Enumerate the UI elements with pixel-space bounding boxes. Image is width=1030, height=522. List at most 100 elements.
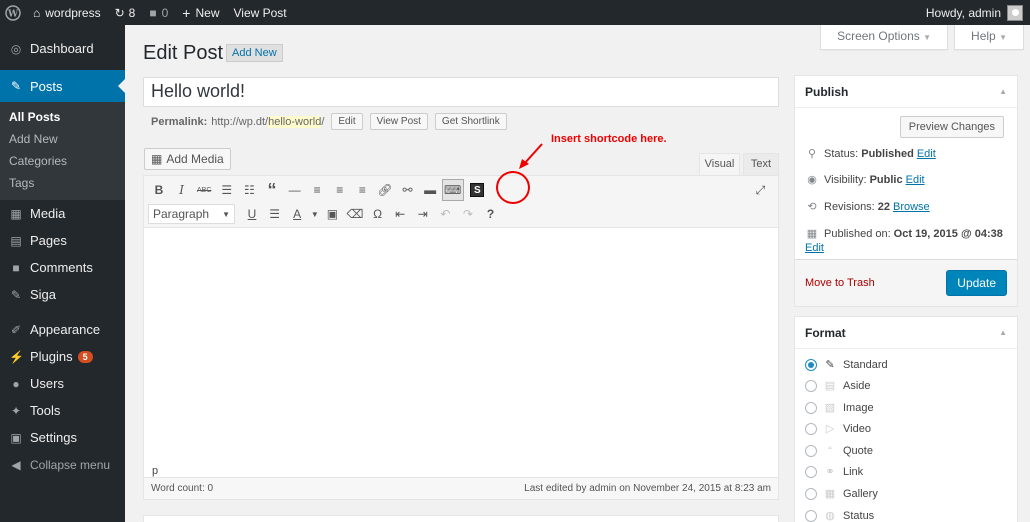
- publish-box-title: Publish: [805, 84, 849, 99]
- sidebar-item-siga[interactable]: ✎ Siga: [0, 281, 125, 308]
- numbered-list-icon[interactable]: ☷: [238, 179, 260, 201]
- horizontal-line-icon[interactable]: —: [284, 179, 306, 201]
- toolbar-toggle-icon[interactable]: ⌨: [441, 179, 464, 201]
- special-character-icon[interactable]: Ω: [367, 203, 389, 225]
- align-left-icon[interactable]: ≡: [306, 179, 328, 201]
- link-icon: ⚭: [825, 466, 835, 478]
- update-button[interactable]: Update: [946, 270, 1007, 296]
- blockquote-icon[interactable]: “: [261, 179, 283, 201]
- sidebar-item-plugins[interactable]: ⚡ Plugins 5: [0, 343, 125, 370]
- align-center-icon[interactable]: ≡: [329, 179, 351, 201]
- pages-icon: ▤: [10, 233, 22, 248]
- format-option-quote[interactable]: “ Quote: [805, 444, 873, 458]
- radio-button[interactable]: [805, 402, 817, 414]
- browse-revisions-link[interactable]: Browse: [893, 201, 930, 213]
- shortcode-button[interactable]: S: [466, 179, 488, 201]
- remove-link-icon[interactable]: ⚯: [397, 179, 419, 201]
- screen-options-button[interactable]: Screen Options ▼: [820, 25, 949, 50]
- edit-status-link[interactable]: Edit: [917, 148, 936, 160]
- home-icon: ⌂: [33, 5, 41, 20]
- underline-icon[interactable]: U: [241, 203, 263, 225]
- indent-icon[interactable]: ⇥: [412, 203, 434, 225]
- sidebar-item-tools[interactable]: ✦ Tools: [0, 397, 125, 424]
- submenu-item-categories[interactable]: Categories: [0, 150, 125, 172]
- updates-link[interactable]: ↻ 8: [108, 0, 143, 25]
- add-new-button[interactable]: Add New: [226, 44, 283, 62]
- format-option-aside[interactable]: ▤ Aside: [805, 379, 871, 393]
- format-option-image[interactable]: ▧ Image: [805, 401, 874, 415]
- format-option-label: Gallery: [843, 488, 878, 500]
- redo-icon[interactable]: ↷: [457, 203, 479, 225]
- fullscreen-icon[interactable]: ⤢: [749, 179, 771, 201]
- edit-permalink-button[interactable]: Edit: [331, 113, 363, 130]
- tab-visual[interactable]: Visual: [699, 153, 740, 175]
- format-select[interactable]: Paragraph ▼: [148, 204, 235, 224]
- text-color-icon[interactable]: A: [286, 203, 308, 225]
- help-button[interactable]: Help ▼: [954, 25, 1024, 50]
- clear-formatting-icon[interactable]: ⌫: [344, 203, 366, 225]
- chevron-down-icon[interactable]: ▼: [309, 203, 321, 225]
- format-option-link[interactable]: ⚭ Link: [805, 465, 863, 479]
- radio-button[interactable]: [805, 445, 817, 457]
- edit-visibility-link[interactable]: Edit: [906, 174, 925, 186]
- radio-button[interactable]: [805, 359, 817, 371]
- view-post-button[interactable]: View Post: [369, 113, 428, 130]
- radio-button[interactable]: [805, 423, 817, 435]
- add-media-button[interactable]: ▦ Add Media: [144, 148, 231, 170]
- bullet-list-icon[interactable]: ☰: [216, 179, 238, 201]
- sidebar-item-comments[interactable]: ■ Comments: [0, 254, 125, 281]
- submenu-item-tags[interactable]: Tags: [0, 172, 125, 194]
- sidebar-item-settings[interactable]: ▣ Settings: [0, 424, 125, 451]
- format-option-standard[interactable]: ✎ Standard: [805, 358, 888, 372]
- sidebar-item-users[interactable]: ● Users: [0, 370, 125, 397]
- strikethrough-icon[interactable]: ABC: [193, 179, 215, 201]
- sidebar-item-pages[interactable]: ▤ Pages: [0, 227, 125, 254]
- radio-button[interactable]: [805, 466, 817, 478]
- editor-content-area[interactable]: [144, 228, 778, 464]
- wordpress-logo-icon[interactable]: W: [0, 0, 26, 25]
- align-right-icon[interactable]: ≡: [351, 179, 373, 201]
- move-to-trash-link[interactable]: Move to Trash: [805, 277, 875, 289]
- publish-box-header[interactable]: Publish ▲: [795, 76, 1017, 108]
- comments-count: 0: [161, 5, 169, 20]
- undo-icon[interactable]: ↶: [434, 203, 456, 225]
- sidebar-item-media[interactable]: ▦ Media: [0, 200, 125, 227]
- format-option-video[interactable]: ▷ Video: [805, 422, 871, 436]
- format-option-label: Image: [843, 402, 874, 414]
- italic-icon[interactable]: I: [171, 179, 193, 201]
- radio-button[interactable]: [805, 488, 817, 500]
- radio-button[interactable]: [805, 510, 817, 522]
- edit-date-link[interactable]: Edit: [805, 242, 824, 254]
- justify-icon[interactable]: ☰: [264, 203, 286, 225]
- submenu-item-all-posts[interactable]: All Posts: [0, 106, 125, 128]
- revisions-value: 22: [877, 200, 890, 213]
- format-option-gallery[interactable]: ▦ Gallery: [805, 487, 878, 501]
- format-option-status[interactable]: ◍ Status: [805, 509, 874, 522]
- comments-link[interactable]: ■ 0: [142, 0, 175, 25]
- preview-changes-button[interactable]: Preview Changes: [899, 116, 1004, 138]
- sidebar-item-label: Media: [30, 206, 66, 221]
- site-name-link[interactable]: ⌂ wordpress: [26, 0, 108, 25]
- outdent-icon[interactable]: ⇤: [389, 203, 411, 225]
- chevron-down-icon: ▼: [222, 209, 230, 219]
- bold-icon[interactable]: B: [148, 179, 170, 201]
- permalink-url[interactable]: http://wp.dt/hello-world/: [211, 115, 324, 128]
- radio-button[interactable]: [805, 380, 817, 392]
- get-shortlink-button[interactable]: Get Shortlink: [434, 113, 507, 130]
- caret-up-icon: ▲: [999, 87, 1007, 96]
- new-content-link[interactable]: + New: [175, 0, 226, 25]
- collapse-menu-button[interactable]: ◀ Collapse menu: [0, 451, 125, 478]
- sidebar-item-dashboard[interactable]: ◎ Dashboard: [0, 35, 125, 62]
- format-box-header[interactable]: Format ▲: [795, 317, 1017, 349]
- help-icon[interactable]: ?: [480, 203, 502, 225]
- read-more-icon[interactable]: ▬: [419, 179, 441, 201]
- sidebar-item-appearance[interactable]: ✐ Appearance: [0, 316, 125, 343]
- my-account-link[interactable]: Howdy, admin: [919, 0, 1030, 25]
- insert-link-icon[interactable]: 🔗︎: [374, 179, 396, 201]
- sidebar-item-posts[interactable]: ✎ Posts: [0, 70, 125, 102]
- view-post-link[interactable]: View Post: [227, 0, 294, 25]
- tab-text[interactable]: Text: [743, 153, 779, 175]
- submenu-item-add-new[interactable]: Add New: [0, 128, 125, 150]
- post-title-input[interactable]: Hello world!: [143, 77, 779, 107]
- paste-text-icon[interactable]: ▣: [321, 203, 343, 225]
